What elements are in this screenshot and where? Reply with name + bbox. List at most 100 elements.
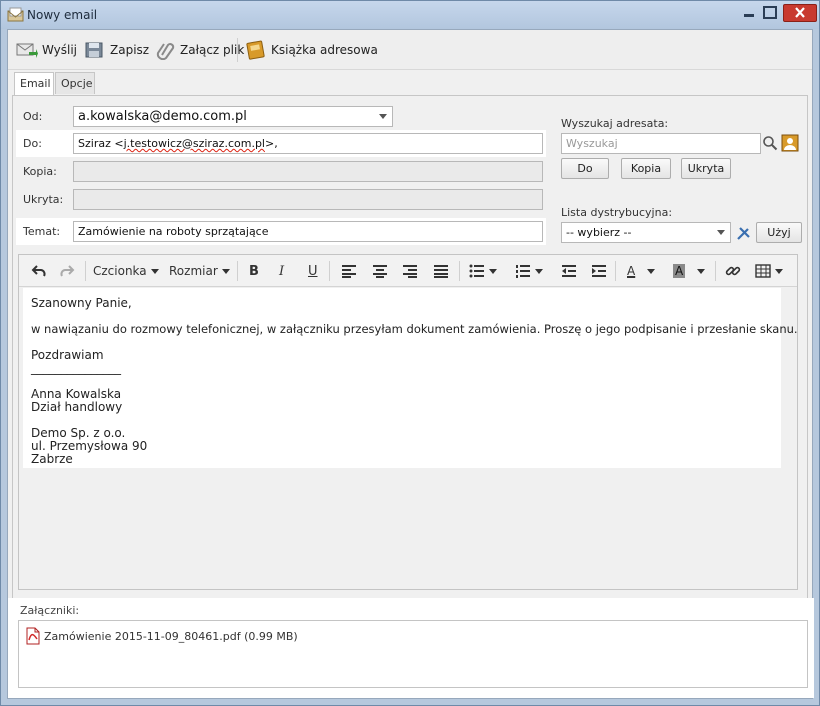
save-label: Zapisz [110,43,150,57]
font-label: Czcionka [93,264,147,278]
bcc-field[interactable] [73,189,543,210]
attach-label: Załącz plik [180,43,245,57]
body-greeting: Szanowny Panie, [31,296,132,310]
bcc-label: Ukryta: [23,193,64,206]
tab-options[interactable]: Opcje [55,72,95,94]
body-company: Demo Sp. z o.o. [31,426,126,440]
insert-table-button[interactable] [755,261,783,281]
add-cc-button[interactable]: Kopia [621,158,671,179]
save-icon [85,42,103,58]
font-dropdown[interactable]: Czcionka [93,261,159,281]
message-body[interactable]: Szanowny Panie, w nawiązaniu do rozmowy … [23,288,798,468]
address-book-icon [246,40,265,60]
toolbar-separator [237,38,238,62]
editor-separator [85,261,86,281]
caret-down-icon [647,268,656,274]
pdf-file-icon [26,627,40,645]
distribution-list-label: Lista dystrybucyjna: [561,206,673,219]
align-justify-button[interactable] [433,261,449,281]
tab-email[interactable]: Email [14,72,54,96]
background-color-button[interactable]: A [673,261,706,281]
bullet-list-button[interactable] [469,261,497,281]
minimize-icon [744,14,754,17]
body-city: Zabrze [31,452,73,466]
to-recipient-email: j.testowicz@sziraz.com.pl [123,137,265,150]
underline-button[interactable]: U [308,261,318,281]
search-recipient-input[interactable]: Wyszukaj [561,133,761,154]
attachments-label: Załączniki: [20,604,80,617]
save-button[interactable]: Zapisz [84,38,149,62]
search-recipient-label: Wyszukaj adresata: [561,117,669,130]
editor-separator [715,261,716,281]
subject-field[interactable]: Zamówienie na roboty sprzątające [73,221,543,242]
send-mail-icon [16,43,38,58]
text-color-label: A [627,264,636,278]
to-recipient-name: Sziraz < [78,137,124,150]
italic-button[interactable]: I [279,261,284,281]
window-client: Wyślij Zapisz Załącz plik Książka adreso… [7,29,814,699]
caret-down-icon [775,268,783,274]
maximize-button[interactable] [760,4,780,22]
bullet-list-icon [469,264,484,278]
caret-down-icon [221,268,230,274]
body-paragraph: w nawiązaniu do rozmowy telefonicznej, w… [31,322,798,336]
contacts-icon[interactable] [781,134,799,152]
insert-link-button[interactable] [725,261,741,281]
link-icon [725,266,741,276]
numbered-list-button[interactable] [515,261,543,281]
undo-button[interactable] [31,261,47,281]
cc-field[interactable] [73,161,543,182]
maximize-icon [763,6,777,19]
send-button[interactable]: Wyślij [16,38,77,62]
size-label: Rozmiar [169,264,218,278]
editor-toolbar: Czcionka Rozmiar B I U A A [19,255,797,287]
align-justify-icon [434,265,448,278]
undo-icon [31,265,46,277]
editor-separator [615,261,616,281]
add-bcc-button[interactable]: Ukryta [681,158,731,179]
outdent-button[interactable] [561,261,577,281]
align-left-button[interactable] [341,261,357,281]
chevron-down-icon [379,114,387,119]
attach-file-button[interactable]: Załącz plik [154,38,244,62]
close-icon [795,7,805,18]
use-distribution-button[interactable]: Użyj [756,222,802,243]
attachment-item[interactable]: Zamówienie 2015-11-09_80461.pdf (0.99 MB… [25,627,298,645]
email-window: Nowy email Wyślij Zapisz Załącz plik Ksi… [0,0,820,706]
text-color-button[interactable]: A [627,261,656,281]
outdent-icon [562,265,576,277]
send-label: Wyślij [42,43,78,57]
chevron-down-icon [717,230,725,235]
address-book-button[interactable]: Książka adresowa [245,38,378,62]
distribution-list-select[interactable]: -- wybierz -- [561,222,731,243]
align-center-button[interactable] [372,261,388,281]
add-to-button[interactable]: Do [561,158,609,179]
caret-down-icon [535,268,543,274]
bold-button[interactable]: B [249,261,259,281]
to-recipient-suffix: >, [264,137,278,150]
redo-button[interactable] [59,261,75,281]
editor-content-area[interactable]: Szanowny Panie, w nawiązaniu do rozmowy … [19,288,798,589]
editor-separator [329,261,330,281]
align-center-icon [373,265,387,278]
paperclip-icon [156,43,175,60]
from-value: a.kowalska@demo.com.pl [78,109,247,124]
from-label: Od: [23,110,43,123]
close-button[interactable] [783,4,817,22]
title-bar[interactable]: Nowy email [1,1,819,29]
tools-icon[interactable] [736,225,752,241]
search-icon[interactable] [762,135,778,151]
redo-icon [60,265,75,277]
align-left-icon [342,265,356,278]
body-name: Anna Kowalska [31,387,122,401]
from-select[interactable]: a.kowalska@demo.com.pl [73,106,393,127]
minimize-button[interactable] [739,4,759,22]
size-dropdown[interactable]: Rozmiar [169,261,230,281]
attachments-list: Zamówienie 2015-11-09_80461.pdf (0.99 MB… [18,620,808,688]
to-field[interactable]: Sziraz <j.testowicz@sziraz.com.pl>, [73,133,543,154]
indent-icon [592,265,606,277]
align-right-icon [403,265,417,278]
align-right-button[interactable] [402,261,418,281]
indent-button[interactable] [591,261,607,281]
table-icon [755,264,771,278]
